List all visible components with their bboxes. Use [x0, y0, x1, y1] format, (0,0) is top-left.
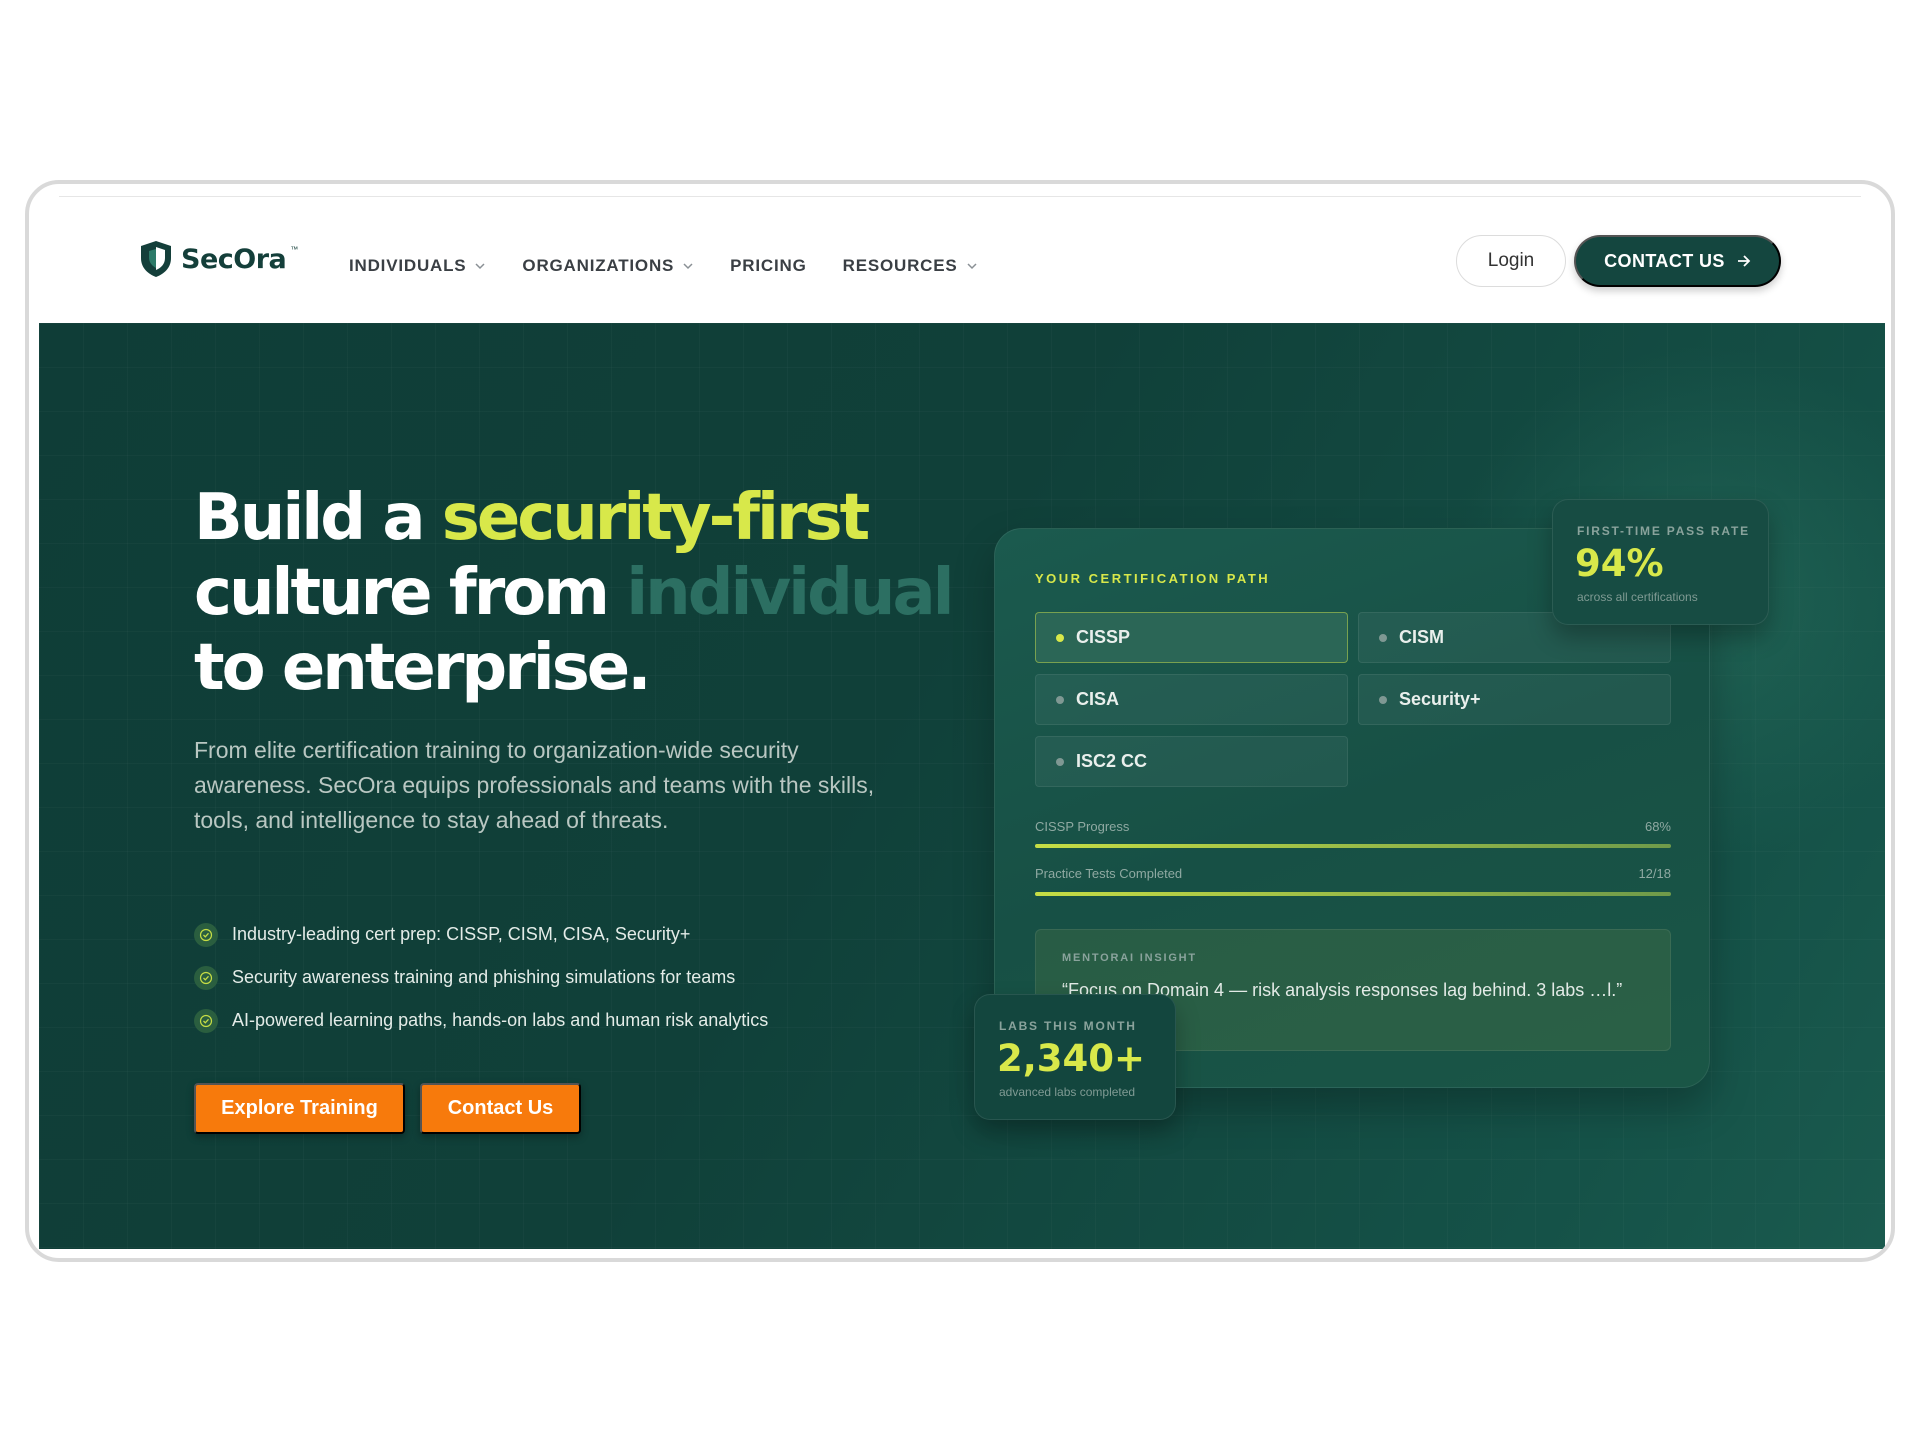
feature-text: Industry-leading cert prep: CISSP, CISM,… — [232, 924, 691, 944]
status-dot — [1056, 633, 1064, 642]
stat-value: 2,340+ — [997, 1037, 1146, 1080]
stat-caption: across all certifications — [1577, 590, 1698, 604]
chevron-down-icon — [966, 263, 977, 270]
nav-label: RESOURCES — [842, 256, 958, 275]
brand-logo[interactable]: SecOra ™ — [139, 240, 302, 278]
cert-chip-isc2-cc[interactable]: ISC2 CC — [1035, 736, 1348, 787]
check-circle-icon — [194, 1008, 218, 1033]
progress-value: 12/18 — [1638, 866, 1671, 881]
shield-icon — [141, 241, 171, 277]
feature-item: Industry-leading cert prep: CISSP, CISM,… — [194, 913, 768, 956]
explore-training-button[interactable]: Explore Training — [194, 1083, 405, 1134]
status-dot — [1056, 695, 1064, 704]
contact-us-label: CONTACT US — [1604, 250, 1725, 271]
hero-headline: Build a security-first culture from indi… — [194, 481, 994, 706]
progress-fill — [1035, 892, 1671, 896]
headline-part2: culture from — [194, 556, 627, 630]
feature-item: AI-powered learning paths, hands-on labs… — [194, 999, 768, 1042]
login-button[interactable]: Login — [1456, 235, 1566, 287]
labs-stat-card: LABS THIS MONTH 2,340+ advanced labs com… — [974, 994, 1176, 1120]
pass-rate-stat-card: FIRST-TIME PASS RATE 94% across all cert… — [1552, 499, 1769, 625]
main-nav: INDIVIDUALS ORGANIZATIONS PRICING RESOUR… — [349, 256, 978, 276]
feature-text: AI-powered learning paths, hands-on labs… — [232, 1010, 769, 1030]
feature-text: Security awareness training and phishing… — [232, 967, 736, 987]
hero-section: Build a security-first culture from indi… — [39, 323, 1885, 1249]
status-dot — [1056, 757, 1064, 766]
cert-label: CISSP — [1076, 627, 1131, 647]
chevron-down-icon — [475, 263, 485, 270]
cert-chip-cisa[interactable]: CISA — [1035, 674, 1348, 725]
progress-row-cissp: CISSP Progress 68% — [1035, 819, 1671, 834]
cert-label: CISM — [1399, 627, 1444, 647]
progress-fill — [1035, 844, 1671, 848]
headline-part3: to enterprise. — [194, 631, 651, 705]
progress-label: CISSP Progress — [1035, 819, 1130, 834]
cert-label: ISC2 CC — [1076, 751, 1148, 771]
practice-tests-progress-bar — [1035, 892, 1671, 896]
contact-us-nav-button[interactable]: CONTACT US — [1574, 235, 1781, 287]
headline-dim: individual — [626, 556, 954, 630]
nav-resources[interactable]: RESOURCES — [843, 256, 978, 276]
headline-part1: Build a — [194, 481, 442, 555]
cert-chip-security-plus[interactable]: Security+ — [1358, 674, 1671, 725]
progress-value: 68% — [1644, 819, 1671, 834]
contact-us-button[interactable]: Contact Us — [420, 1083, 581, 1134]
site-header: SecOra ™ INDIVIDUALS ORGANIZATIONS PRICI… — [29, 198, 1891, 323]
browser-frame: SecOra ™ INDIVIDUALS ORGANIZATIONS PRICI… — [25, 180, 1895, 1262]
nav-label: PRICING — [730, 256, 807, 275]
cert-label: Security+ — [1399, 689, 1481, 709]
brand-name: SecOra — [181, 243, 287, 275]
nav-individuals[interactable]: INDIVIDUALS — [349, 256, 486, 276]
feature-item: Security awareness training and phishing… — [194, 956, 768, 999]
arrow-right-icon — [1737, 255, 1751, 267]
stat-value: 94% — [1575, 542, 1664, 585]
insight-label: MENTORAI INSIGHT — [1062, 952, 1197, 964]
progress-row-practice-tests: Practice Tests Completed 12/18 — [1035, 866, 1671, 881]
status-dot — [1379, 695, 1387, 704]
nav-pricing[interactable]: PRICING — [730, 256, 806, 276]
status-dot — [1379, 633, 1387, 642]
hero-subtitle: From elite certification training to org… — [194, 737, 875, 833]
check-circle-icon — [194, 965, 218, 990]
check-circle-icon — [194, 922, 218, 947]
chevron-down-icon — [683, 263, 693, 270]
progress-label: Practice Tests Completed — [1035, 866, 1183, 881]
trademark: ™ — [290, 244, 299, 254]
nav-label: INDIVIDUALS — [349, 256, 467, 275]
nav-label: ORGANIZATIONS — [522, 256, 675, 275]
feature-list: Industry-leading cert prep: CISSP, CISM,… — [194, 913, 768, 1042]
divider — [59, 196, 1861, 197]
stat-caption: advanced labs completed — [999, 1085, 1136, 1099]
nav-organizations[interactable]: ORGANIZATIONS — [522, 256, 694, 276]
stat-label: LABS THIS MONTH — [999, 1019, 1137, 1033]
cert-chip-cissp[interactable]: CISSP — [1035, 612, 1348, 663]
cissp-progress-bar — [1035, 844, 1671, 848]
card-title: YOUR CERTIFICATION PATH — [1035, 571, 1271, 586]
stat-label: FIRST-TIME PASS RATE — [1577, 524, 1750, 538]
cert-label: CISA — [1076, 689, 1120, 709]
headline-highlight: security-first — [441, 481, 870, 555]
